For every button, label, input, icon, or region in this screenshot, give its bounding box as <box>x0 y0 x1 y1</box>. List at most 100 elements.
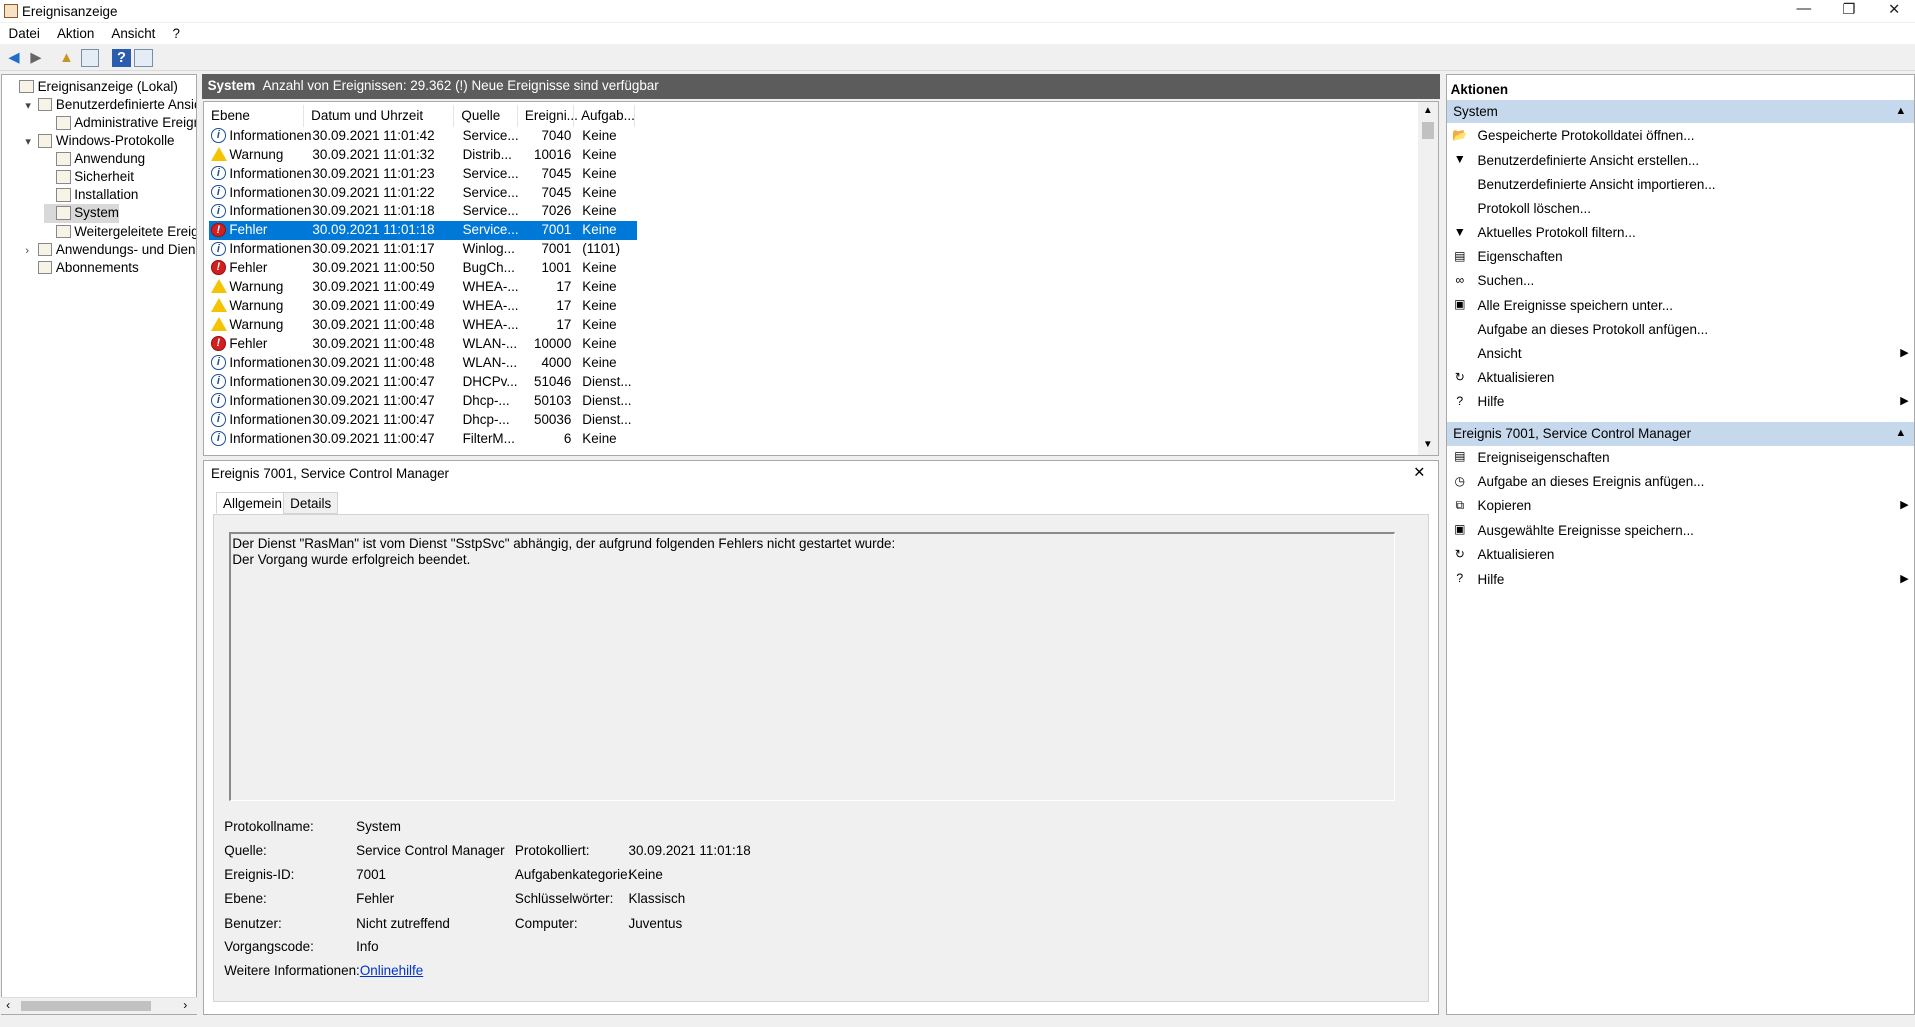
menu-aktion[interactable]: Aktion <box>48 23 102 41</box>
action-item[interactable]: Protokoll löschen... <box>1447 197 1914 220</box>
table-row[interactable]: i Informationen 30.09.2021 11:00:47 DHCPv..… <box>209 373 638 392</box>
table-row[interactable]: Warnung 30.09.2021 11:00:49 WHEA-... 17 Kein… <box>209 297 638 316</box>
value-logname: System <box>356 819 401 835</box>
action-item[interactable]: ? Hilfe ▶ <box>1447 390 1914 413</box>
action-item[interactable]: Ansicht ▶ <box>1447 342 1914 365</box>
expand-icon[interactable]: ▾ <box>25 97 37 115</box>
action-item[interactable]: Aufgabe an dieses Protokoll anfügen... <box>1447 318 1914 341</box>
tree-horizontal-scrollbar[interactable]: ‹ › <box>1 996 197 1014</box>
cell-event-id: 7001 <box>541 222 572 238</box>
table-row[interactable]: i Informationen 30.09.2021 11:01:22 Service… <box>209 184 638 203</box>
cell-date: 30.09.2021 11:00:47 <box>312 392 435 408</box>
help-icon[interactable]: ? <box>112 48 131 68</box>
action-item[interactable]: ⧉ Kopieren ▶ <box>1447 494 1914 517</box>
table-row[interactable]: i Informationen 30.09.2021 11:01:42 Service… <box>209 127 638 146</box>
tree-item[interactable]: Ereignisanzeige (Lokal) <box>7 78 178 96</box>
action-item-label: Ansicht <box>1477 345 1522 361</box>
collapse-icon[interactable]: ▲ <box>1895 422 1906 445</box>
column-header-date[interactable]: Datum und Uhrzeit <box>304 104 455 127</box>
tree-item[interactable]: Anwendung <box>44 150 145 168</box>
table-row[interactable]: i Informationen 30.09.2021 11:00:47 FilterM… <box>209 430 638 449</box>
log-icon <box>55 170 71 184</box>
table-row[interactable]: Warnung 30.09.2021 11:00:48 WHEA-... 17 Kein… <box>209 316 638 335</box>
cell-task: Keine <box>582 184 617 200</box>
table-row[interactable]: i Informationen 30.09.2021 11:00:48 WLAN-..… <box>209 354 638 373</box>
table-row[interactable]: i Informationen 30.09.2021 11:01:18 Service… <box>209 202 638 221</box>
tree-item[interactable]: Weitergeleitete Ereignisse <box>44 223 196 241</box>
scrollbar-thumb[interactable] <box>20 1001 152 1011</box>
action-item[interactable]: ▼ Benutzerdefinierte Ansicht erstellen... <box>1447 149 1914 172</box>
column-header-event-id[interactable]: Ereigni... <box>518 104 578 127</box>
show-hide-actions-icon[interactable] <box>134 48 153 68</box>
cell-level: Warnung <box>229 279 284 295</box>
table-row[interactable]: i Informationen 30.09.2021 11:00:47 Dhcp-..… <box>209 411 638 430</box>
forward-icon[interactable]: ▶ <box>27 49 45 67</box>
cell-level: Informationen <box>229 430 312 446</box>
scrollbar-thumb[interactable] <box>1421 121 1434 139</box>
actions-pane: Aktionen System ▲ 📂 Gespeicherte Protokolld… <box>1446 74 1915 1015</box>
event-list-scrollbar[interactable]: ▲ ▼ <box>1418 102 1438 455</box>
action-item[interactable]: ▣ Ausgewählte Ereignisse speichern... <box>1447 519 1914 542</box>
menu-help[interactable]: ? <box>164 23 189 41</box>
menu-ansicht[interactable]: Ansicht <box>103 23 164 41</box>
action-item[interactable]: ↻ Aktualisieren <box>1447 366 1914 389</box>
action-item[interactable]: ▼ Aktuelles Protokoll filtern... <box>1447 221 1914 244</box>
scroll-right-icon[interactable]: › <box>183 998 187 1012</box>
action-item[interactable]: ∞ Suchen... <box>1447 269 1914 292</box>
cell-task: Keine <box>582 203 617 219</box>
tree-item[interactable]: Abonnements <box>25 259 139 277</box>
action-item[interactable]: ◷ Aufgabe an dieses Ereignis anfügen... <box>1447 470 1914 493</box>
action-item[interactable]: ▣ Alle Ereignisse speichern unter... <box>1447 294 1914 317</box>
back-icon[interactable]: ◀ <box>5 49 23 67</box>
minimize-button[interactable]: — <box>1782 1 1826 21</box>
action-item[interactable]: ↻ Aktualisieren <box>1447 543 1914 566</box>
tree-item-label: System <box>74 205 119 221</box>
tree-item[interactable]: Installation <box>44 186 138 204</box>
menu-datei[interactable]: Datei <box>0 23 48 41</box>
action-item[interactable]: ▤ Eigenschaften <box>1447 245 1914 268</box>
tree-item[interactable]: Sicherheit <box>44 168 134 186</box>
table-row[interactable]: i Informationen 30.09.2021 11:01:17 Winlog.… <box>209 240 638 259</box>
cell-task: Keine <box>582 260 617 276</box>
cell-event-id: 10016 <box>534 146 572 162</box>
tree-item[interactable]: › Anwendungs- und Dienstprotokolle <box>25 241 195 260</box>
tree-item[interactable]: System <box>43 204 119 223</box>
tree-item-label: Windows-Protokolle <box>55 133 175 149</box>
close-button[interactable]: ✕ <box>1872 1 1915 21</box>
tree-item[interactable]: Administrative Ereignisse <box>44 114 196 132</box>
column-header-task[interactable]: Aufgab... <box>574 104 635 127</box>
tree-item[interactable]: ▾ Benutzerdefinierte Ansichten <box>25 96 195 115</box>
label-level: Ebene: <box>224 891 267 907</box>
action-group-header[interactable]: Ereignis 7001, Service Control Manager ▲ <box>1447 422 1914 446</box>
table-row[interactable]: i Informationen 30.09.2021 11:01:23 Service… <box>209 165 638 184</box>
scroll-up-icon[interactable]: ▲ <box>1423 105 1433 116</box>
collapse-icon[interactable]: ▲ <box>1895 100 1906 123</box>
restore-button[interactable]: ❐ <box>1827 1 1871 21</box>
action-group-header[interactable]: System ▲ <box>1447 99 1914 124</box>
action-item[interactable]: ? Hilfe ▶ <box>1447 568 1914 591</box>
online-help-link[interactable]: Onlinehilfe <box>360 963 423 978</box>
action-item[interactable]: ▤ Ereigniseigenschaften <box>1447 446 1914 469</box>
table-row[interactable]: ! Fehler 30.09.2021 11:00:50 BugCh... 1001 Ke… <box>209 259 638 278</box>
up-folder-icon[interactable]: ▲ <box>57 49 75 67</box>
info-icon: i <box>211 393 226 408</box>
scroll-down-icon[interactable]: ▼ <box>1423 439 1433 450</box>
tree-item[interactable]: ▾ Windows-Protokolle <box>25 132 174 150</box>
table-row[interactable]: Warnung 30.09.2021 11:01:32 Distrib... 1001… <box>209 146 638 165</box>
detail-close-button[interactable]: ✕ <box>1413 464 1425 481</box>
show-hide-tree-icon[interactable] <box>80 48 99 68</box>
action-item[interactable]: Benutzerdefinierte Ansicht importieren..… <box>1447 173 1914 196</box>
expand-icon[interactable]: › <box>25 242 37 260</box>
scroll-left-icon[interactable]: ‹ <box>6 998 10 1012</box>
filter-icon: ▼ <box>1453 152 1466 167</box>
table-row[interactable]: ! Fehler 30.09.2021 11:00:48 WLAN-... 10000 K… <box>209 335 638 354</box>
table-row[interactable]: Warnung 30.09.2021 11:00:49 WHEA-... 17 Kein… <box>209 278 638 297</box>
expand-icon[interactable]: ▾ <box>25 133 37 151</box>
table-row[interactable]: ! Fehler 30.09.2021 11:01:18 Service... 7001… <box>208 221 638 241</box>
column-header-source[interactable]: Quelle <box>454 104 518 127</box>
table-row[interactable]: i Informationen 30.09.2021 11:00:47 Dhcp-..… <box>209 392 638 411</box>
action-item[interactable]: 📂 Gespeicherte Protokolldatei öffnen... <box>1447 124 1914 147</box>
tab-allgemein[interactable]: Allgemein <box>215 491 290 514</box>
column-header-level[interactable]: Ebene <box>204 104 304 127</box>
tab-details[interactable]: Details <box>283 491 339 514</box>
